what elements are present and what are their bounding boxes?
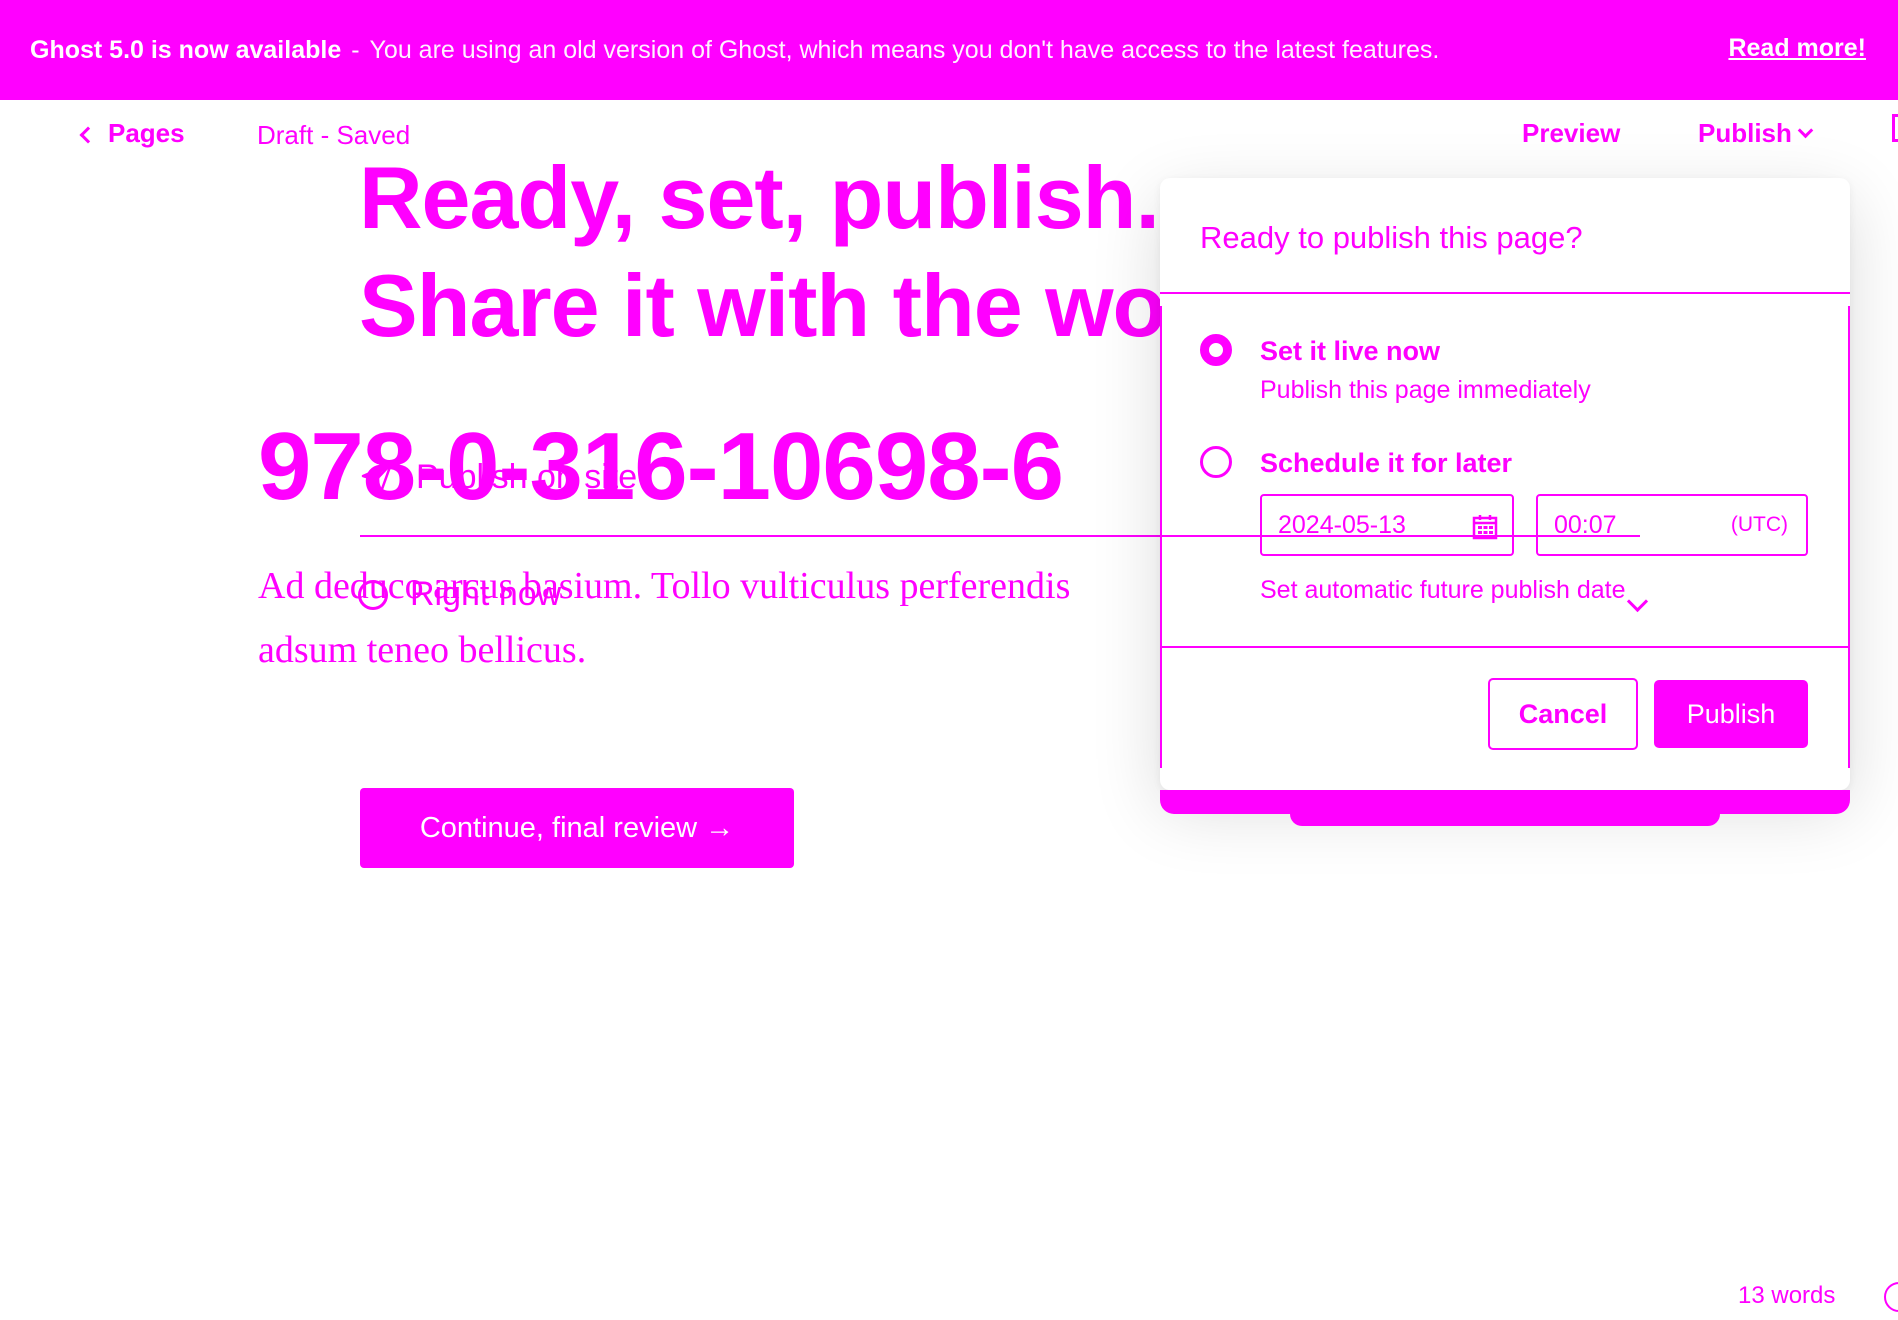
continue-final-review-button[interactable]: Continue, final review → [360,788,794,868]
dropdown-border-right [1848,306,1850,656]
publish-button[interactable]: Publish [1654,680,1808,748]
banner-separator: - [351,35,360,64]
update-banner: Ghost 5.0 is now available - You are usi… [0,0,1898,100]
settings-toggle-icon[interactable] [1892,114,1898,142]
schedule-later-label[interactable]: Schedule it for later [1260,448,1512,479]
dropdown-divider-bottom [1160,646,1850,648]
banner-title: Ghost 5.0 is now available [30,35,342,64]
timezone-label: (UTC) [1730,513,1788,536]
publish-flow-headline: Ready, set, publish. Share it with the w… [359,144,1299,360]
publish-dropdown: Ready to publish this page? Set it live … [1160,178,1850,826]
schedule-later-radio[interactable] [1200,446,1232,478]
right-now-radio[interactable] [358,579,388,610]
dropdown-border-right-lower [1848,648,1850,768]
dropdown-border-left [1160,306,1162,656]
overlay-divider [1160,535,1640,537]
schedule-time-input[interactable]: 00:07 (UTC) [1536,494,1808,556]
headline-line-2: Share it with the world. [359,256,1299,355]
word-count: 13 words [1738,1282,1836,1309]
banner-message: You are using an old version of Ghost, w… [369,35,1440,64]
schedule-date-input[interactable]: 2024-05-13 [1260,494,1514,556]
dropdown-title: Ready to publish this page? [1200,220,1583,255]
right-now-label: Right now [410,575,562,613]
dropdown-divider-top [1160,292,1850,294]
dropdown-footer-shadow-inner [1290,810,1720,826]
banner-read-more-link[interactable]: Read more! [1728,34,1866,63]
right-now-option[interactable]: Right now [358,575,561,614]
publish-on-site-option[interactable]: Publish on site [360,458,637,497]
publish-on-site-label: Publish on site [416,458,638,496]
chevron-down-icon [1626,590,1649,613]
back-link-label: Pages [108,118,185,148]
publish-menu-trigger[interactable]: Publish [1698,118,1814,149]
chevron-down-icon [1797,122,1814,139]
send-icon [360,461,394,495]
set-live-now-radio[interactable] [1200,334,1232,366]
chevron-left-icon [79,126,97,143]
set-live-now-description: Publish this page immediately [1260,376,1591,404]
dropdown-border-left-lower [1160,648,1162,768]
publish-menu-label: Publish [1698,118,1792,148]
cancel-button[interactable]: Cancel [1488,678,1638,750]
headline-line-1: Ready, set, publish. [359,148,1160,247]
set-live-now-label[interactable]: Set it live now [1260,336,1440,367]
help-icon[interactable] [1884,1282,1898,1312]
schedule-hint: Set automatic future publish date [1260,576,1626,604]
preview-button[interactable]: Preview [1522,118,1620,149]
page-body-text[interactable]: Ad deduco arcus basium. Tollo vulticulus… [258,554,1158,682]
back-to-pages-link[interactable]: Pages [79,118,185,149]
